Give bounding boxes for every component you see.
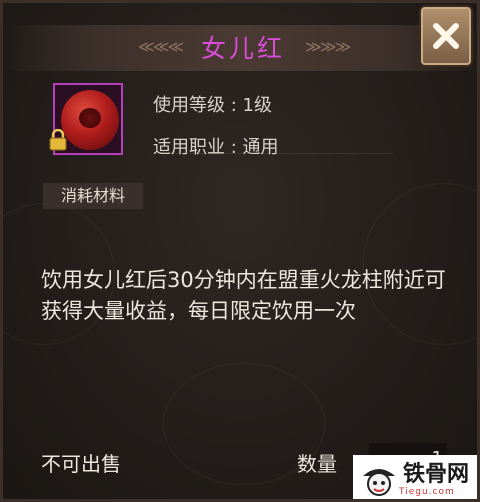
lock-icon [49,129,67,151]
item-description: 饮用女儿红后30分钟内在盟重火龙柱附近可获得大量收益，每日限定饮用一次 [41,268,446,323]
dialog-title: 女儿红 [200,34,285,63]
category-tag: 消耗材料 [43,183,143,209]
watermark: 铁骨网 Tiegu.com [353,455,477,499]
sell-status: 不可出售 [41,452,121,476]
item-detail-dialog: ≪≪≪ 女儿红 ≫≫≫ 使用等级 : 1级 适用职业 : 通用 消耗材料 饮用女… [0,0,480,502]
close-icon [433,23,459,49]
applicable-class: 适用职业 : 通用 [153,137,279,158]
watermark-name: 铁骨网 [403,462,470,487]
title-ornament-right-icon: ≫≫≫ [305,37,351,56]
watermark-sub: Tiegu.com [399,487,455,497]
wine-jar-icon [61,90,119,150]
close-button[interactable] [421,7,471,65]
quantity-label: 数量 [297,452,337,476]
use-level: 使用等级 : 1级 [153,95,272,116]
pirate-logo-icon [363,469,395,496]
